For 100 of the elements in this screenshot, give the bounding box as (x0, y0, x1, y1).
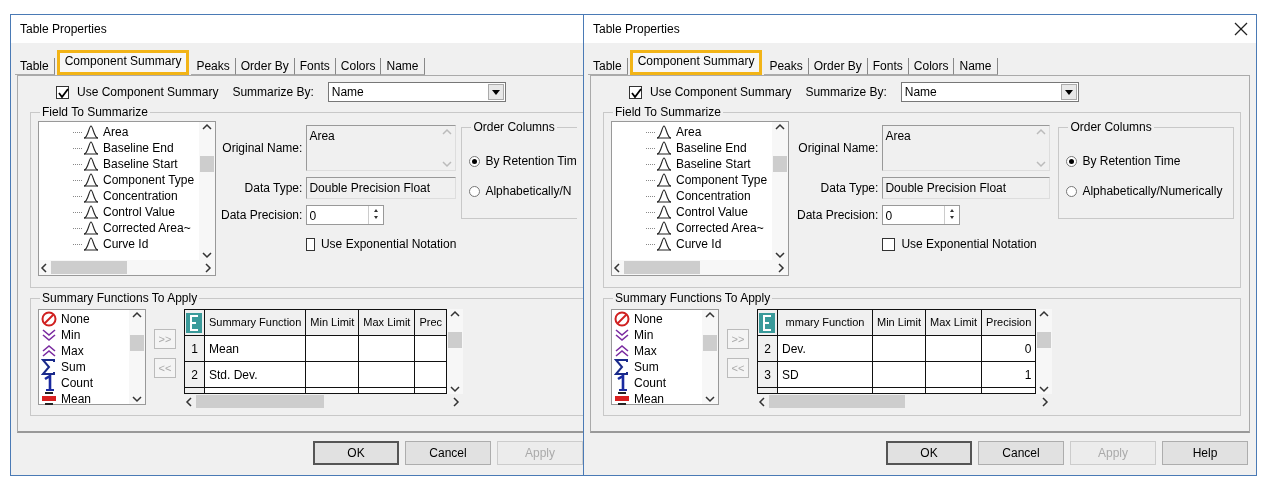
tree-item[interactable]: Corrected Area~ (676, 219, 764, 237)
dialog-button[interactable]: OK (886, 441, 972, 465)
scroll-down-icon[interactable] (774, 250, 786, 260)
column-header[interactable]: Prec (414, 309, 447, 336)
list-item[interactable]: None (634, 310, 663, 328)
tree-item[interactable]: Baseline End (676, 139, 747, 157)
scrollbar-thumb[interactable] (624, 261, 700, 274)
vertical-scrollbar[interactable] (129, 310, 145, 404)
radio-button[interactable] (469, 185, 481, 197)
scroll-down-icon[interactable] (131, 394, 143, 404)
tab[interactable]: Peaks (764, 58, 809, 75)
data-type-field[interactable]: Double Precision Float (882, 177, 1051, 199)
radio-button[interactable] (1066, 155, 1078, 167)
dialog-button[interactable]: Cancel (405, 441, 491, 465)
list-item[interactable]: Count (634, 374, 667, 392)
list-item[interactable]: None (61, 310, 90, 328)
tree-item[interactable]: Baseline End (103, 139, 174, 157)
scroll-up-icon[interactable] (774, 122, 786, 132)
list-item[interactable]: Min (61, 326, 81, 344)
scrollbar-thumb[interactable] (448, 332, 462, 348)
function-list[interactable]: None Min Max Sum Count Mean (611, 309, 719, 405)
field-tree[interactable]: Area Baseline End Baseline Start Component Type Concentration Control Value Corrected Area~ Curve Id (611, 121, 789, 276)
scroll-down-icon[interactable] (704, 394, 716, 404)
scroll-up-icon[interactable] (1038, 309, 1051, 319)
scroll-down-icon[interactable] (1038, 384, 1051, 394)
vertical-scrollbar[interactable] (772, 122, 788, 260)
tab[interactable]: Name (954, 58, 998, 75)
column-header[interactable]: Summary Function (204, 309, 306, 336)
grid-menu-icon[interactable] (185, 311, 203, 334)
list-item[interactable]: Count (61, 374, 94, 392)
column-header[interactable]: Max Limit (925, 309, 982, 336)
checkbox[interactable] (629, 85, 642, 99)
list-item[interactable]: Max (61, 342, 84, 360)
tree-item[interactable]: Control Value (103, 203, 175, 221)
scrollbar-thumb[interactable] (200, 155, 214, 172)
checkbox[interactable] (882, 237, 896, 251)
scrollbar-thumb[interactable] (773, 155, 787, 172)
scrollbar-thumb[interactable] (130, 334, 144, 351)
dropdown-arrow-icon[interactable] (491, 89, 500, 95)
tree-item[interactable]: Concentration (676, 187, 751, 205)
tab[interactable]: Fonts (867, 58, 909, 75)
close-icon[interactable] (1234, 22, 1248, 36)
column-header[interactable]: Precision (981, 309, 1036, 336)
vertical-scrollbar[interactable] (702, 310, 718, 404)
tree-item[interactable]: Component Type (676, 171, 768, 189)
dialog-button[interactable]: Cancel (978, 441, 1064, 465)
tree-item[interactable]: Curve Id (676, 235, 722, 253)
tab[interactable]: Table (15, 58, 55, 75)
scroll-up-icon[interactable] (131, 310, 143, 320)
scroll-up-icon[interactable] (449, 309, 461, 319)
scrollbar-thumb[interactable] (769, 395, 905, 408)
column-header[interactable]: mmary Function (777, 309, 873, 336)
vertical-scrollbar[interactable] (199, 122, 215, 260)
tab[interactable]: Name (381, 58, 425, 75)
scroll-up-icon[interactable] (201, 122, 213, 132)
tab[interactable]: Peaks (191, 58, 236, 75)
column-header[interactable]: Max Limit (358, 309, 415, 336)
column-header[interactable]: Min Limit (305, 309, 359, 336)
tree-item[interactable]: Concentration (103, 187, 178, 205)
horizontal-scrollbar[interactable] (612, 260, 788, 275)
radio-button[interactable] (469, 155, 481, 167)
grid-menu-icon[interactable] (758, 311, 776, 334)
list-item[interactable]: Mean (61, 390, 92, 408)
dropdown-arrow-icon[interactable] (1064, 89, 1073, 95)
scrollbar-thumb[interactable] (703, 334, 717, 351)
data-type-field[interactable]: Double Precision Float (306, 177, 457, 199)
list-item[interactable]: Sum (634, 358, 659, 376)
data-precision-spinner[interactable]: 0 (306, 205, 385, 225)
tree-item[interactable]: Area (103, 123, 129, 141)
tab[interactable]: Order By (808, 58, 868, 75)
horizontal-scrollbar[interactable] (39, 260, 215, 275)
function-list[interactable]: None Min Max Sum Count Mean (38, 309, 146, 405)
tree-item[interactable]: Baseline Start (676, 155, 751, 173)
radio-button[interactable] (1066, 185, 1078, 197)
tree-item[interactable]: Component Type (103, 171, 195, 189)
scroll-down-icon[interactable] (449, 384, 461, 394)
summarize-by-dropdown[interactable]: Name (900, 82, 1079, 102)
tab[interactable]: Colors (908, 58, 955, 75)
checkbox[interactable] (306, 237, 315, 251)
tree-item[interactable]: Corrected Area~ (103, 219, 191, 237)
list-item[interactable]: Sum (61, 358, 86, 376)
tab[interactable]: Fonts (294, 58, 336, 75)
checkbox[interactable] (56, 85, 69, 99)
vertical-scrollbar[interactable] (447, 309, 463, 394)
field-tree[interactable]: Area Baseline End Baseline Start Component Type Concentration Control Value Corrected Area~ Curve Id (38, 121, 216, 276)
data-precision-spinner[interactable]: 0 (882, 205, 961, 225)
scrollbar-thumb[interactable] (1037, 332, 1052, 348)
list-item[interactable]: Mean (634, 390, 665, 408)
dialog-button[interactable]: OK (313, 441, 399, 465)
scrollbar-thumb[interactable] (51, 261, 127, 274)
scroll-down-icon[interactable] (201, 250, 213, 260)
tree-item[interactable]: Curve Id (103, 235, 149, 253)
scrollbar-thumb[interactable] (196, 395, 324, 408)
list-item[interactable]: Max (634, 342, 657, 360)
summarize-by-dropdown[interactable]: Name (327, 82, 506, 102)
dialog-button[interactable]: Help (1162, 441, 1248, 465)
tab[interactable]: Order By (235, 58, 295, 75)
tree-item[interactable]: Control Value (676, 203, 748, 221)
tab[interactable]: Component Summary (629, 50, 763, 75)
tab[interactable]: Colors (335, 58, 382, 75)
